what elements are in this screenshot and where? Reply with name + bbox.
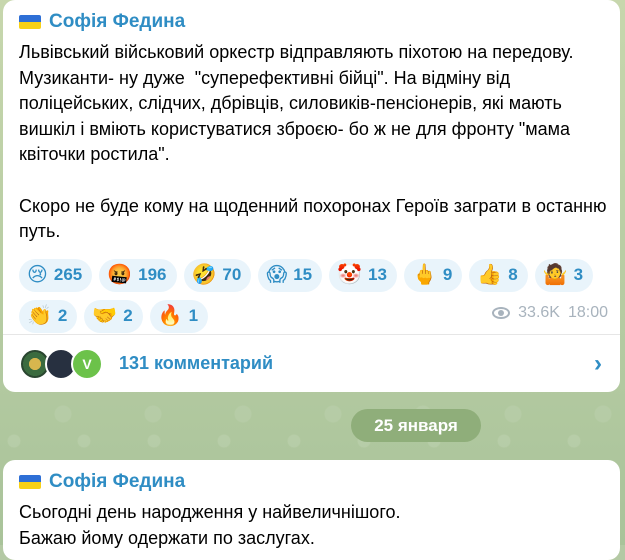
- reaction-emoji-icon: 👍: [477, 264, 503, 287]
- reaction-count: 70: [222, 265, 242, 285]
- reaction-emoji-icon: 😢: [27, 264, 48, 287]
- ukraine-flag-icon: [19, 475, 41, 489]
- reaction-chip[interactable]: 😢 265: [19, 258, 93, 292]
- reaction-chip[interactable]: 🤡 13: [329, 258, 397, 292]
- reaction-chip[interactable]: 🖕 9: [403, 258, 463, 292]
- comments-label: 131 комментарий: [119, 353, 274, 373]
- message-bubble: Софія Федина Львівський військовий оркес…: [3, 0, 620, 392]
- message-text: Сьогодні день народження у найвеличнішог…: [19, 502, 401, 548]
- reaction-emoji-icon: 🔥: [157, 305, 183, 328]
- views-count: 33.6K: [518, 304, 560, 321]
- reaction-emoji-icon: 👏: [27, 305, 52, 328]
- reaction-chip[interactable]: 🤷 3: [534, 258, 594, 292]
- reaction-chip[interactable]: 🔥 1: [149, 299, 209, 333]
- reaction-emoji-icon: 🤡: [337, 264, 363, 287]
- message-author[interactable]: Софія Федина: [19, 8, 608, 36]
- author-name: Софія Федина: [49, 471, 186, 492]
- reaction-count: 1: [188, 306, 199, 326]
- reaction-count: 265: [53, 265, 83, 285]
- message-meta: 33.6K 18:00: [492, 304, 608, 322]
- reaction-chip[interactable]: 🤬 196: [99, 258, 177, 292]
- chevron-right-icon: ›: [594, 349, 602, 377]
- message-time: 18:00: [567, 304, 608, 321]
- date-separator: 25 января: [351, 409, 481, 442]
- comments-button[interactable]: V 131 комментарий ›: [3, 334, 620, 392]
- reaction-count: 15: [293, 265, 313, 285]
- avatar: V: [71, 347, 103, 380]
- reaction-count: 3: [573, 265, 584, 285]
- reaction-emoji-icon: 🤝: [92, 305, 118, 328]
- reaction-chip[interactable]: 🤝 2: [84, 299, 143, 333]
- author-name: Софія Федина: [49, 11, 186, 32]
- message-text: Львівський військовий оркестр відправляю…: [19, 42, 607, 242]
- reaction-count: 2: [57, 306, 68, 326]
- reaction-count: 13: [368, 265, 387, 285]
- reaction-chip[interactable]: 🤣 70: [183, 258, 252, 292]
- reaction-emoji-icon: 😱: [266, 264, 288, 287]
- eye-icon: [492, 307, 511, 319]
- reaction-count: 2: [123, 306, 133, 326]
- message-bubble: Софія Федина Сьогодні день народження у …: [3, 460, 620, 560]
- commenter-avatars: V: [19, 347, 103, 380]
- reaction-count: 8: [508, 265, 518, 285]
- message-author[interactable]: Софія Федина: [19, 468, 608, 496]
- reaction-chip[interactable]: 👍 8: [469, 258, 528, 292]
- reaction-emoji-icon: 🤬: [107, 264, 133, 287]
- reaction-chip[interactable]: 😱 15: [258, 258, 323, 292]
- ukraine-flag-icon: [19, 15, 41, 29]
- reaction-emoji-icon: 🤣: [191, 264, 217, 287]
- reaction-emoji-icon: 🖕: [411, 264, 437, 287]
- reaction-count: 9: [442, 265, 453, 285]
- reaction-emoji-icon: 🤷: [542, 264, 568, 287]
- reaction-chip[interactable]: 👏 2: [19, 299, 78, 333]
- reaction-count: 196: [138, 265, 167, 285]
